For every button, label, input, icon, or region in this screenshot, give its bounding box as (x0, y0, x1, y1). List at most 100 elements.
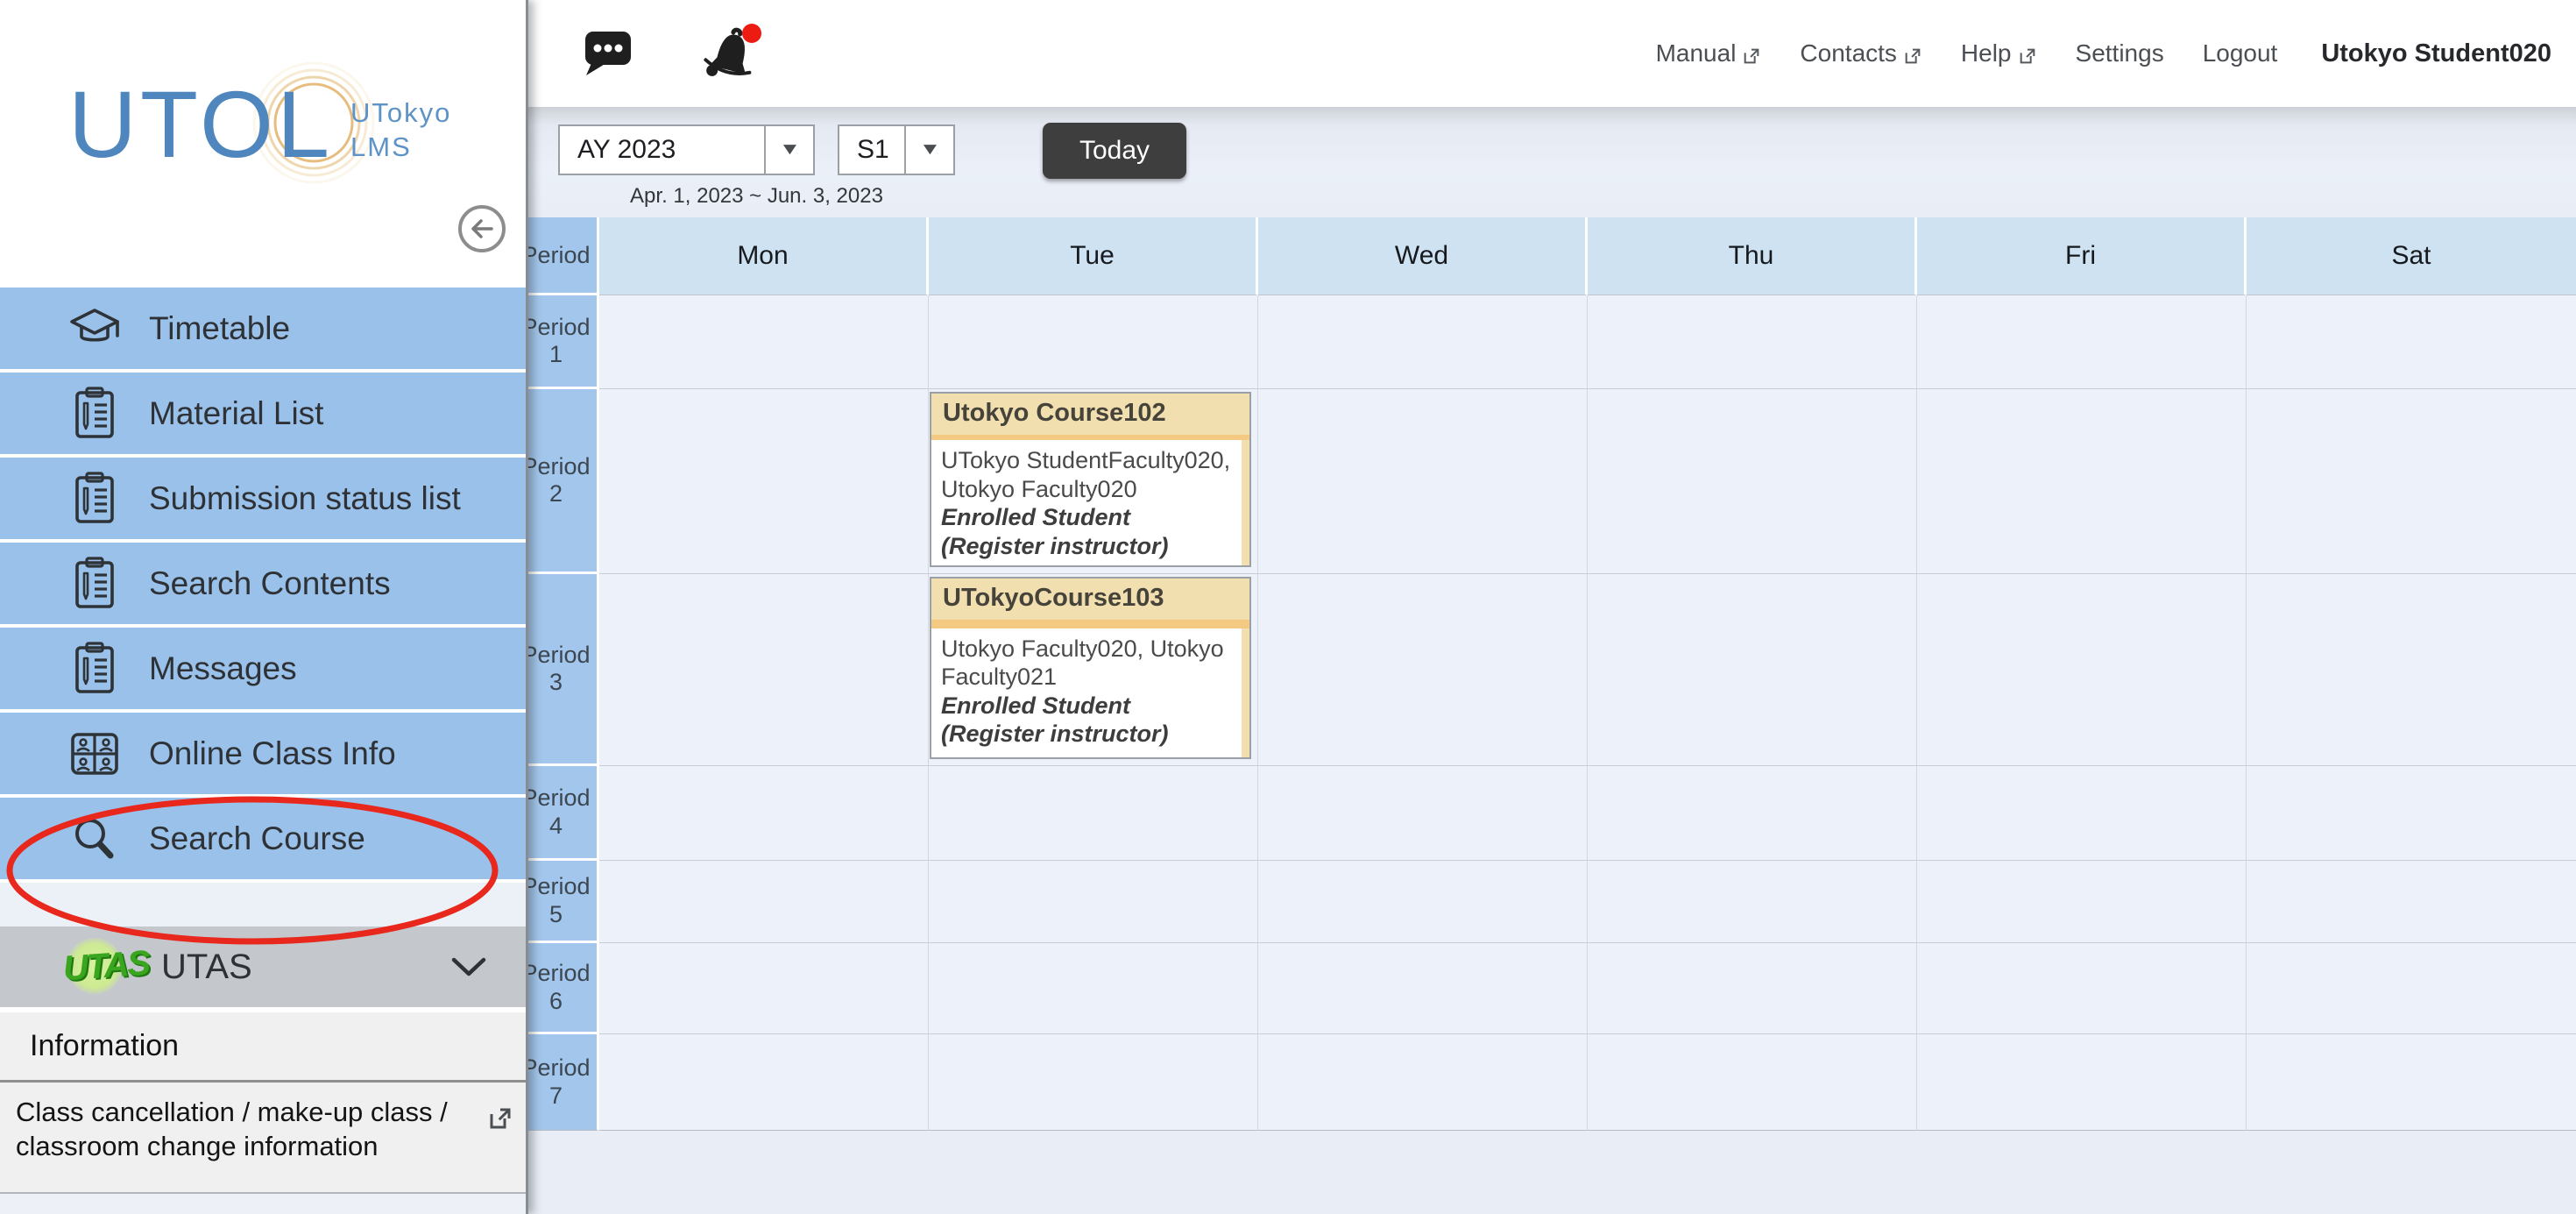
day-header-fri: Fri (1917, 217, 2247, 295)
logo-subtext: UTokyo LMS (350, 96, 451, 165)
chat-icon[interactable] (584, 28, 633, 79)
nav-link-label: Manual (1656, 39, 1737, 67)
timetable-cell-fri-period-3 (1917, 574, 2247, 766)
period-name: Period (521, 1054, 590, 1082)
sidebar-item-label: Messages (149, 650, 297, 687)
sidebar-item-search-contents[interactable]: Search Contents (0, 543, 526, 624)
online-class-icon (67, 726, 123, 782)
day-header-thu: Thu (1588, 217, 1917, 295)
magnifier-icon (67, 811, 123, 867)
sidebar-item-messages[interactable]: Messages (0, 628, 526, 709)
timetable-cell-fri-period-2 (1917, 389, 2247, 574)
nav-link-help[interactable]: Help (1961, 39, 2037, 67)
day-header-sat: Sat (2247, 217, 2576, 295)
sidebar-item-label: Submission status list (149, 480, 461, 517)
course-role-line2: (Register instructor) (941, 532, 1235, 560)
course-title[interactable]: Utokyo Course102 (931, 394, 1249, 435)
today-button[interactable]: Today (1043, 123, 1186, 179)
sidebar: UTOL UTokyo LMS Timetable Material List Su… (0, 0, 528, 1214)
date-range-label: Apr. 1, 2023 ~ Jun. 3, 2023 (558, 184, 955, 209)
academic-year-value: AY 2023 (560, 126, 764, 174)
nav-link-logout[interactable]: Logout (2203, 39, 2278, 67)
course-card[interactable]: UTokyoCourse103 Utokyo Faculty020, Utokyo… (930, 577, 1251, 759)
nav-link-settings[interactable]: Settings (2076, 39, 2164, 67)
timetable-cell-tue-period-1 (929, 295, 1258, 389)
username-label: Utokyo Student020 (2321, 39, 2551, 68)
course-role-line1: Enrolled Student (941, 692, 1235, 720)
period-header-label: Period (521, 242, 590, 269)
notification-bell-icon[interactable] (701, 22, 766, 85)
nav-link-label: Logout (2203, 39, 2278, 67)
day-header-wed: Wed (1258, 217, 1588, 295)
period-number: 3 (549, 669, 563, 696)
timetable-cell-sat-period-6 (2247, 943, 2576, 1034)
chevron-down-icon[interactable]: ▼ (904, 126, 953, 174)
timetable-cell-thu-period-3 (1588, 574, 1917, 766)
timetable-cell-thu-period-7 (1588, 1034, 1917, 1131)
timetable-cell-sat-period-4 (2247, 766, 2576, 861)
course-details: Utokyo Faculty020, Utokyo Faculty021Enro… (931, 628, 1242, 757)
term-value: S1 (839, 126, 904, 174)
sidebar-item-utas[interactable]: UTAS UTAS (0, 926, 526, 1007)
collapse-sidebar-button[interactable] (458, 205, 506, 252)
chevron-down-icon[interactable]: ▼ (764, 126, 813, 174)
timetable-cell-wed-period-1 (1258, 295, 1588, 389)
chevron-down-icon (449, 953, 489, 979)
timetable-cell-mon-period-7 (599, 1034, 929, 1131)
sidebar-gap (0, 883, 526, 926)
timetable-cell-thu-period-1 (1588, 295, 1917, 389)
sidebar-item-label: Material List (149, 395, 323, 432)
topbar-icons (584, 0, 766, 107)
external-link-icon (2018, 44, 2037, 63)
timetable-cell-wed-period-3 (1258, 574, 1588, 766)
sidebar-item-submission-status-list[interactable]: Submission status list (0, 458, 526, 539)
sidebar-item-online-class-info[interactable]: Online Class Info (0, 713, 526, 794)
sidebar-item-search-course[interactable]: Search Course (0, 798, 526, 879)
period-number: 6 (549, 988, 563, 1015)
term-select[interactable]: S1 ▼ (838, 124, 955, 175)
timetable-cell-tue-period-2: Utokyo Course102UTokyo StudentFaculty020… (929, 389, 1258, 574)
logo-text: UTOL (68, 77, 333, 172)
sidebar-item-material-list[interactable]: Material List (0, 373, 526, 454)
course-role-line2: (Register instructor) (941, 720, 1235, 748)
timetable-cell-tue-period-5 (929, 861, 1258, 943)
notification-badge (742, 24, 761, 43)
course-title[interactable]: UTokyoCourse103 (931, 579, 1249, 620)
timetable-cell-sat-period-7 (2247, 1034, 2576, 1131)
nav-link-label: Contacts (1800, 39, 1897, 67)
timetable-grid: PeriodMonTueWedThuFriSatPeriod1Period2Ut… (515, 217, 2576, 1131)
logo-subtext-line1: UTokyo (350, 96, 451, 131)
course-role-line1: Enrolled Student (941, 503, 1235, 531)
course-card[interactable]: Utokyo Course102UTokyo StudentFaculty020… (930, 392, 1251, 567)
timetable-cell-thu-period-5 (1588, 861, 1917, 943)
sidebar-item-class-cancellation[interactable]: Class cancellation / make-up class / cla… (0, 1083, 526, 1194)
nav-link-contacts[interactable]: Contacts (1800, 39, 1922, 67)
timetable-cell-mon-period-5 (599, 861, 929, 943)
period-name: Period (521, 960, 590, 987)
timetable-cell-mon-period-2 (599, 389, 929, 574)
nav-link-manual[interactable]: Manual (1656, 39, 1762, 67)
timetable-cell-mon-period-4 (599, 766, 929, 861)
utas-label: UTAS (161, 948, 252, 987)
period-number: 2 (549, 480, 563, 508)
period-number: 4 (549, 813, 563, 840)
timetable-cell-mon-period-6 (599, 943, 929, 1034)
period-name: Period (521, 873, 590, 900)
timetable-cell-wed-period-4 (1258, 766, 1588, 861)
external-link-icon (1903, 44, 1922, 63)
sidebar-item-label: Search Contents (149, 565, 391, 602)
day-header-mon: Mon (599, 217, 929, 295)
timetable-cell-thu-period-2 (1588, 389, 1917, 574)
utas-logo-icon: UTAS (61, 938, 131, 996)
timetable-cell-fri-period-5 (1917, 861, 2247, 943)
course-instructors: Utokyo Faculty020, Utokyo Faculty021 (941, 635, 1235, 692)
day-header-label: Tue (1070, 241, 1115, 271)
academic-year-select[interactable]: AY 2023 ▼ (558, 124, 815, 175)
sidebar-item-timetable[interactable]: Timetable (0, 288, 526, 369)
timetable-cell-tue-period-4 (929, 766, 1258, 861)
utol-lms-page: Manual Contacts Help Settings Logout Utokyo S… (0, 0, 2576, 1214)
nav-link-label: Settings (2076, 39, 2164, 67)
timetable-cell-fri-period-4 (1917, 766, 2247, 861)
timetable-cell-tue-period-6 (929, 943, 1258, 1034)
sidebar-item-information[interactable]: Information (0, 1012, 526, 1083)
